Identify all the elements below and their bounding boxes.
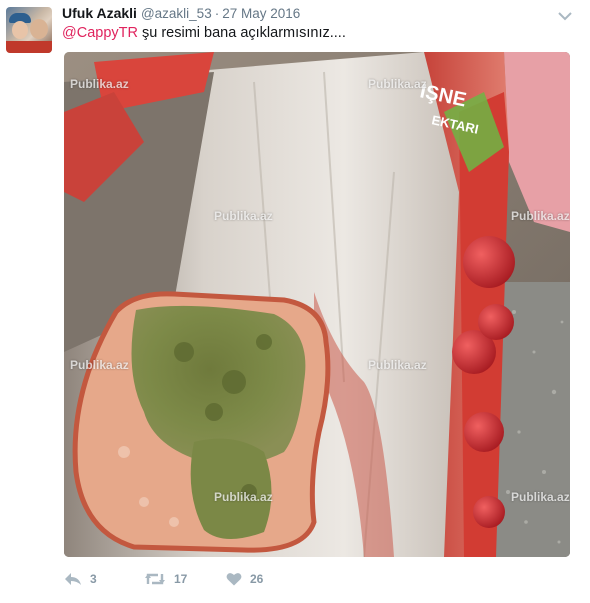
watermark: Publika.az — [70, 358, 129, 372]
like-button[interactable]: 26 — [226, 570, 263, 588]
watermark: Publika.az — [511, 209, 570, 223]
author-handle[interactable]: @azakli_53 — [141, 6, 212, 21]
watermark: Publika.az — [70, 77, 129, 91]
tweet-header: Ufuk Azakli @azakli_53 · 27 May 2016 — [62, 4, 572, 24]
retweet-count: 17 — [174, 572, 188, 586]
author-name[interactable]: Ufuk Azakli — [62, 5, 137, 21]
watermark: Publika.az — [511, 490, 570, 504]
retweet-button[interactable]: 17 — [144, 570, 187, 588]
chevron-down-icon[interactable] — [558, 7, 572, 21]
tweet: Ufuk Azakli @azakli_53 · 27 May 2016 @Cappy… — [0, 0, 590, 603]
photo-illustration: IŞNE EKTARI — [64, 52, 570, 557]
watermark: Publika.az — [368, 77, 427, 91]
reply-count: 3 — [90, 572, 97, 586]
reply-icon — [64, 572, 82, 586]
tweet-date[interactable]: 27 May 2016 — [222, 6, 300, 21]
separator-dot: · — [214, 6, 220, 21]
watermark: Publika.az — [214, 209, 273, 223]
heart-icon — [226, 572, 242, 586]
retweet-icon — [144, 572, 166, 586]
avatar[interactable] — [6, 7, 52, 53]
like-count: 26 — [250, 572, 264, 586]
tweet-photo[interactable]: IŞNE EKTARI Publika.az Publika.az Publik… — [64, 52, 570, 557]
tweet-body-text: şu resimi bana açıklarmısınız.... — [137, 25, 346, 41]
watermark: Publika.az — [214, 490, 273, 504]
tweet-text: @CappyTR şu resimi bana açıklarmısınız..… — [62, 23, 346, 43]
watermark: Publika.az — [368, 358, 427, 372]
reply-button[interactable]: 3 — [64, 570, 97, 588]
mention-link[interactable]: @CappyTR — [62, 25, 138, 41]
